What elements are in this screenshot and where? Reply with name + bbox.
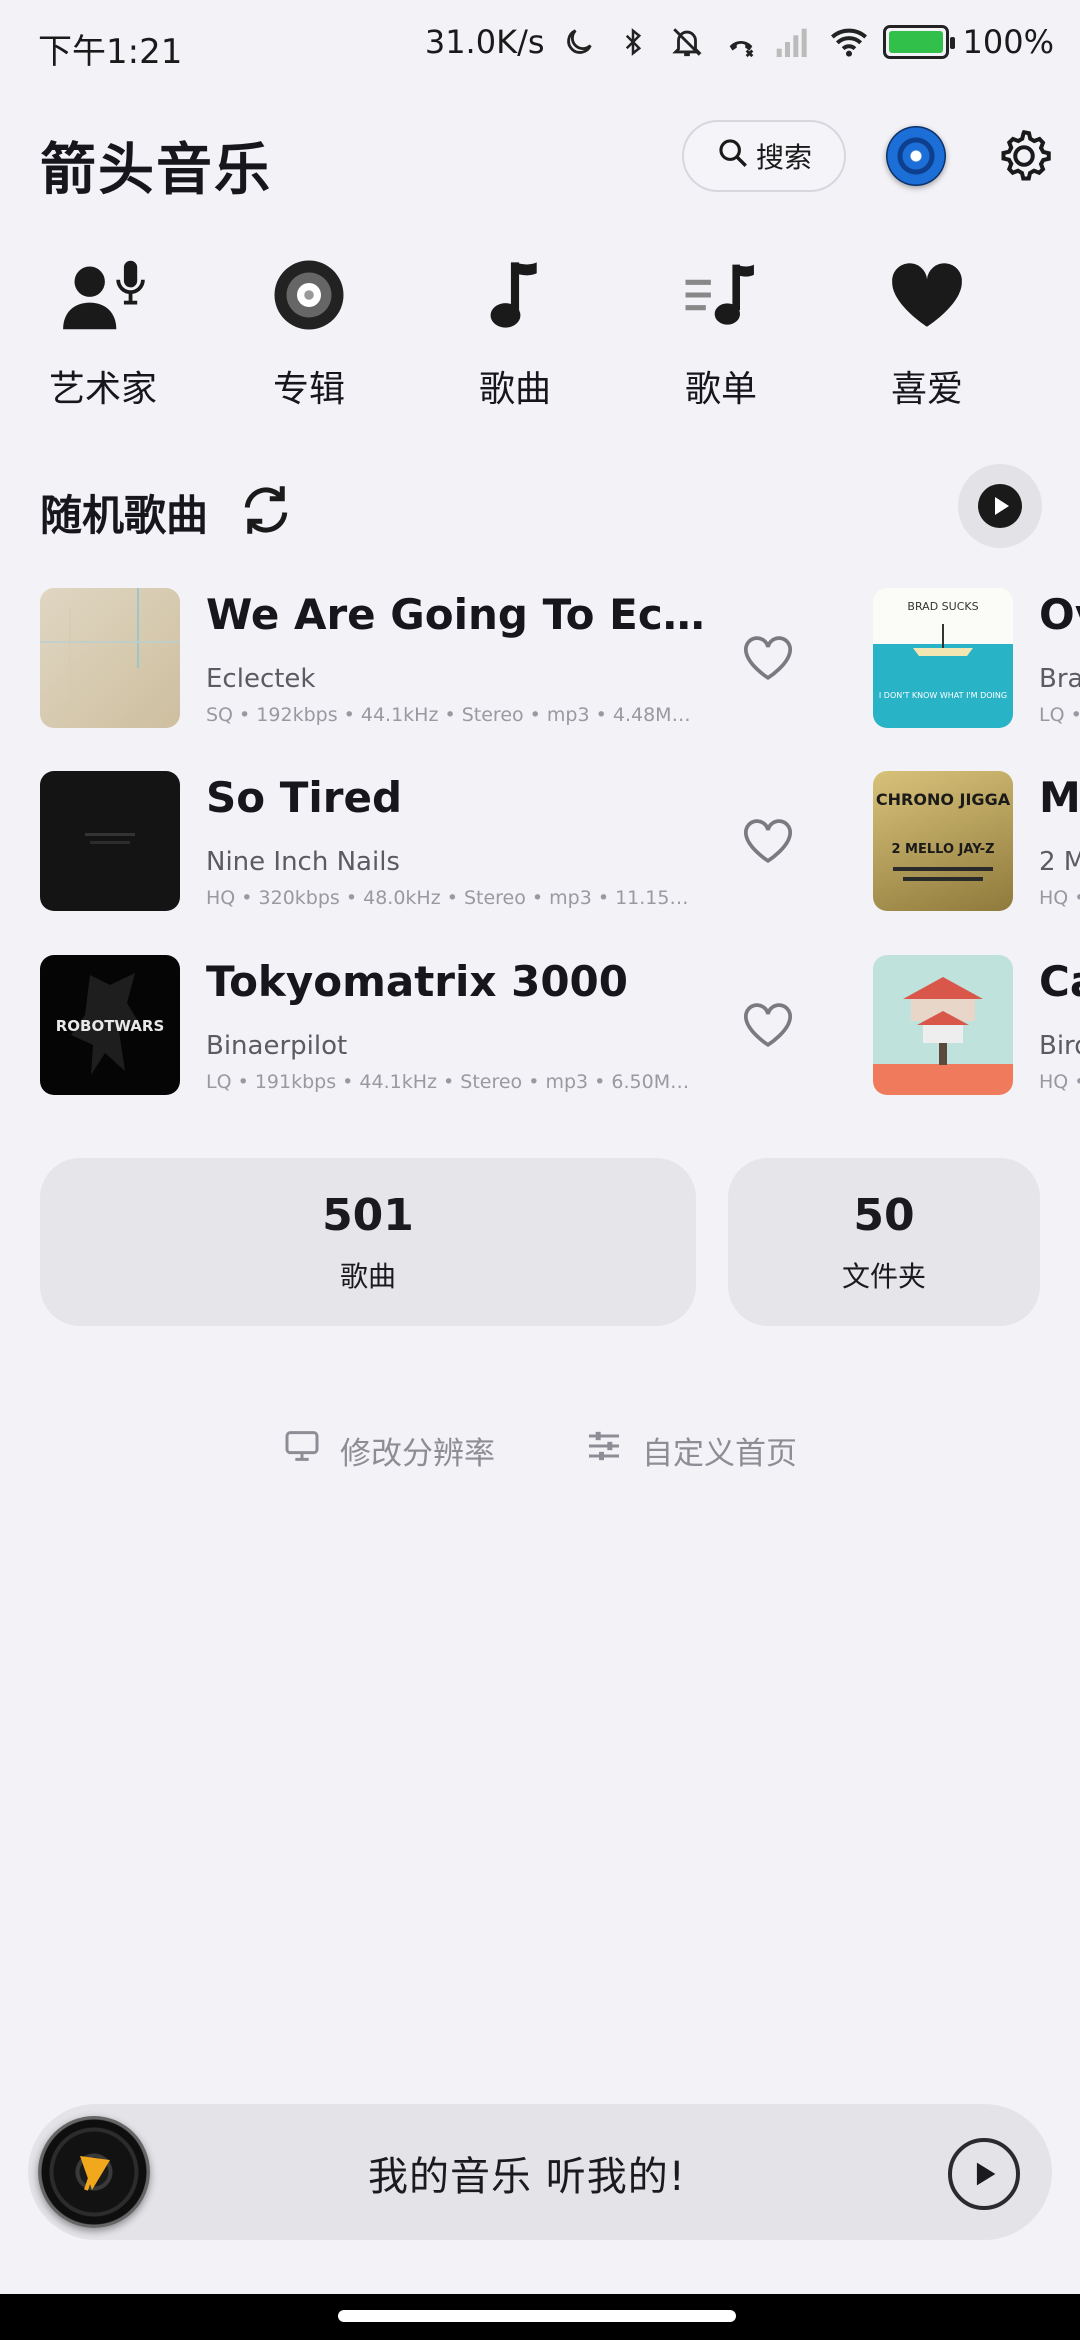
song-title: Ca bbox=[1039, 957, 1080, 1006]
call-off-icon bbox=[721, 22, 761, 62]
battery-icon bbox=[882, 25, 955, 59]
monitor-icon bbox=[282, 1426, 322, 1474]
music-note-icon bbox=[470, 250, 560, 340]
song-meta: SQ • 192kbps • 44.1kHz • Stereo • mp3 • … bbox=[206, 704, 691, 726]
album-cover bbox=[40, 771, 180, 911]
song-artist: Nine Inch Nails bbox=[206, 847, 400, 877]
album-cover bbox=[40, 588, 180, 728]
song-row[interactable]: ROBOTWARS Tokyomatrix 3000 Binaerpilot L… bbox=[40, 955, 1080, 1095]
song-title: Ov bbox=[1039, 590, 1080, 639]
cover-text: BRAD SUCKS bbox=[907, 600, 978, 613]
signal-icon bbox=[775, 22, 815, 62]
stat-label: 文件夹 bbox=[841, 1259, 926, 1293]
category-label: 歌曲 bbox=[478, 369, 551, 410]
song-meta: HQ • bbox=[1039, 1071, 1080, 1093]
mini-player-play-button[interactable] bbox=[948, 2138, 1020, 2210]
song-artist: Binaerpilot bbox=[206, 1031, 348, 1061]
play-random-button[interactable] bbox=[958, 464, 1042, 548]
home-indicator[interactable] bbox=[338, 2310, 736, 2322]
category-album[interactable]: 专辑 bbox=[224, 250, 394, 412]
mini-player[interactable]: 我的音乐 听我的! bbox=[28, 2104, 1052, 2240]
network-speed: 31.0K/s bbox=[424, 23, 545, 61]
album-cover: ROBOTWARS bbox=[40, 955, 180, 1095]
sliders-icon bbox=[584, 1426, 624, 1474]
song-title: We Are Going To Eclecf… bbox=[206, 590, 706, 639]
song-artist: 2 M bbox=[1039, 847, 1080, 877]
search-button[interactable]: 搜索 bbox=[682, 120, 846, 192]
play-icon bbox=[978, 484, 1022, 528]
cover-text: I DON'T KNOW WHAT I'M DOING bbox=[879, 691, 1007, 700]
mute-bell-icon bbox=[667, 22, 707, 62]
category-label: 喜爱 bbox=[890, 369, 963, 410]
category-label: 艺术家 bbox=[48, 369, 157, 410]
category-label: 专辑 bbox=[272, 369, 345, 410]
heart-outline-icon[interactable] bbox=[740, 997, 796, 1053]
stat-card-folders[interactable]: 50 文件夹 bbox=[728, 1158, 1040, 1326]
category-favorites[interactable]: 喜爱 bbox=[842, 250, 1012, 412]
stat-card-songs[interactable]: 501 歌曲 bbox=[40, 1158, 696, 1326]
wifi-icon bbox=[829, 22, 869, 62]
album-cover bbox=[873, 955, 1013, 1095]
stat-value: 501 bbox=[322, 1189, 414, 1241]
settings-gear-icon[interactable] bbox=[994, 126, 1054, 186]
song-meta: LQ • bbox=[1039, 704, 1080, 726]
moon-icon bbox=[559, 22, 599, 62]
song-row[interactable]: So Tired Nine Inch Nails HQ • 320kbps • … bbox=[40, 771, 1080, 911]
song-meta: HQ • bbox=[1039, 887, 1080, 909]
song-artist: Bird bbox=[1039, 1031, 1080, 1061]
song-title: Ma bbox=[1039, 773, 1080, 822]
mini-player-disc bbox=[38, 2116, 150, 2228]
heart-outline-icon[interactable] bbox=[740, 630, 796, 686]
bluetooth-icon bbox=[613, 22, 653, 62]
customize-home-label: 自定义首页 bbox=[642, 1435, 797, 1472]
song-meta: HQ • 320kbps • 48.0kHz • Stereo • mp3 • … bbox=[206, 887, 689, 909]
search-label: 搜索 bbox=[755, 141, 812, 174]
album-cover: CHRONO JIGGA 2 MELLO JAY-Z bbox=[873, 771, 1013, 911]
now-playing-disc-button[interactable] bbox=[886, 126, 946, 186]
category-songs[interactable]: 歌曲 bbox=[430, 250, 600, 412]
heart-outline-icon[interactable] bbox=[740, 813, 796, 869]
app-title: 箭头音乐 bbox=[40, 138, 272, 203]
song-title: So Tired bbox=[206, 773, 403, 822]
stat-label: 歌曲 bbox=[339, 1259, 396, 1293]
arrow-logo-icon bbox=[80, 2156, 110, 2191]
play-icon bbox=[976, 2162, 996, 2186]
stat-value: 50 bbox=[853, 1189, 915, 1241]
change-resolution-label: 修改分辨率 bbox=[340, 1435, 495, 1472]
mini-player-text: 我的音乐 听我的! bbox=[368, 2154, 686, 2200]
song-row[interactable]: We Are Going To Eclecf… Eclectek SQ • 19… bbox=[40, 588, 1080, 728]
refresh-icon[interactable] bbox=[236, 480, 296, 540]
status-bar: 下午1:21 31.0K/s 100% bbox=[0, 0, 1080, 92]
change-resolution-link[interactable]: 修改分辨率 bbox=[282, 1426, 495, 1474]
cover-text: 2 MELLO JAY-Z bbox=[891, 842, 994, 857]
customize-home-link[interactable]: 自定义首页 bbox=[584, 1426, 797, 1474]
song-title: Tokyomatrix 3000 bbox=[206, 957, 628, 1006]
status-time: 下午1:21 bbox=[38, 32, 183, 72]
cover-text: CHRONO JIGGA bbox=[876, 790, 1011, 809]
category-label: 歌单 bbox=[684, 369, 757, 410]
song-meta: LQ • 191kbps • 44.1kHz • Stereo • mp3 • … bbox=[206, 1071, 690, 1093]
song-artist: Eclectek bbox=[206, 664, 316, 694]
battery-percent: 100% bbox=[962, 23, 1054, 61]
category-playlist[interactable]: 歌单 bbox=[636, 250, 806, 412]
status-icons: 31.0K/s 100% bbox=[425, 22, 1054, 62]
search-icon bbox=[716, 136, 750, 177]
album-cover: BRAD SUCKS I DON'T KNOW WHAT I'M DOING bbox=[873, 588, 1013, 728]
song-artist: Bra bbox=[1039, 664, 1080, 694]
playlist-icon bbox=[676, 250, 766, 340]
heart-icon bbox=[882, 250, 972, 340]
category-artist[interactable]: 艺术家 bbox=[18, 250, 188, 412]
cover-text: ROBOTWARS bbox=[56, 1017, 165, 1035]
artist-mic-icon bbox=[58, 250, 148, 340]
random-songs-title: 随机歌曲 bbox=[40, 491, 209, 540]
album-disc-icon bbox=[264, 250, 354, 340]
